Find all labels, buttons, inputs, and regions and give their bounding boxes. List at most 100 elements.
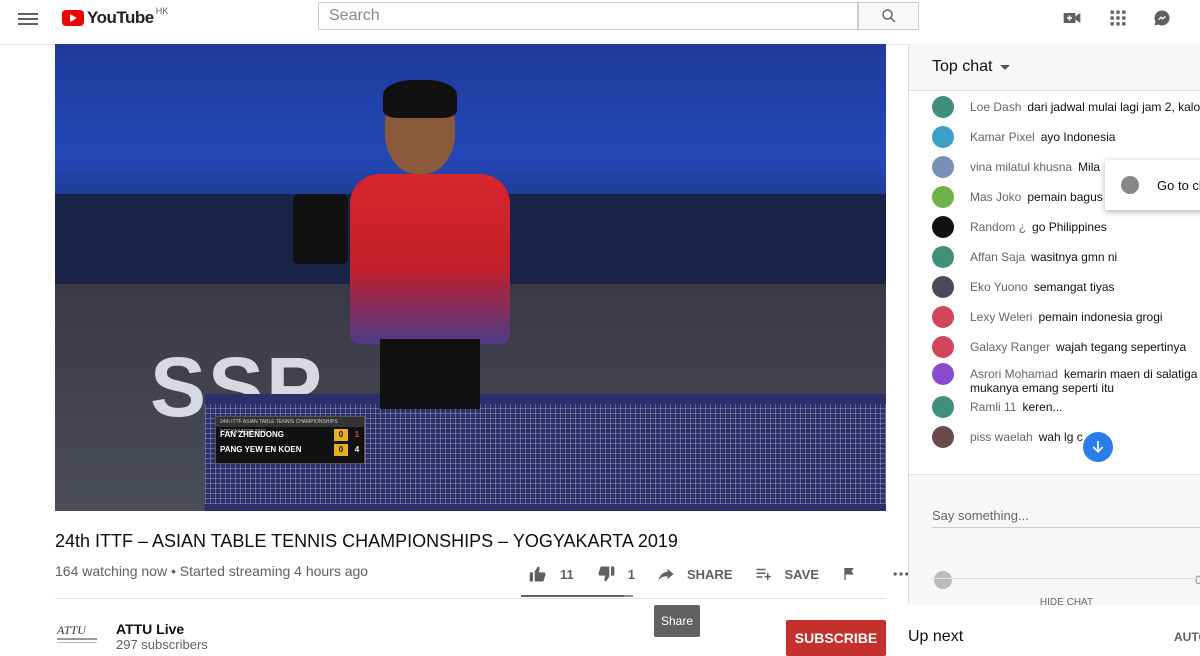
video-meta: 164 watching now • Started streaming 4 h… [55,563,369,579]
avatar[interactable] [932,246,954,268]
thumbs-up-icon [529,566,546,582]
video-player-figure [345,80,515,464]
search-icon [881,9,896,23]
like-ratio-bar [521,595,633,597]
scoreboard: 24th ITTF ASIAN TABLE TENNIS CHAMPIONSHI… [215,416,365,464]
dislike-button[interactable]: 1 [596,564,635,584]
chat-input-underline [932,527,1200,528]
avatar[interactable] [932,276,954,298]
messages-icon[interactable] [1152,8,1172,28]
search-button[interactable] [858,2,919,30]
chat-author[interactable]: vina milatul khusna [970,160,1072,174]
chat-message[interactable]: vina milatul khusna Mila [932,156,1100,178]
chat-mode-dropdown[interactable]: Top chat [909,44,1200,91]
apps-grid-icon[interactable] [1108,8,1128,28]
chat-message[interactable]: Random ¿ go Philippines [932,216,1107,238]
save-button[interactable]: SAVE [755,565,819,583]
video-actions: 11 1 SHARE SAVE [528,563,945,585]
autoplay-label: AUTO [1174,630,1200,644]
chat-text: pemain bagus [1027,190,1103,204]
chat-messages[interactable]: Loe Dash dari jadwal mulai lagi jam 2, ka… [909,92,1200,474]
chat-author[interactable]: Eko Yuono [970,280,1028,294]
divider [55,598,886,599]
like-count: 11 [560,566,574,582]
chat-message[interactable]: piss waelah wah lg c [932,426,1083,448]
chat-input-area: Say something... 0 HIDE CHAT [909,474,1200,608]
chat-author[interactable]: Random ¿ [970,220,1026,234]
chat-input[interactable]: Say something... [932,508,1029,523]
avatar[interactable] [932,126,954,148]
chat-message[interactable]: Ramli 11 keren... [932,396,1063,418]
dislike-count: 1 [627,566,635,582]
avatar[interactable] [932,186,954,208]
chat-text: go Philippines [1032,220,1107,234]
like-button[interactable]: 11 [528,564,574,584]
menu-icon[interactable] [18,10,38,30]
report-button[interactable] [841,566,869,582]
avatar[interactable] [932,306,954,328]
video-title: 24th ITTF – ASIAN TABLE TENNIS CHAMPIONS… [55,531,678,551]
go-to-channel-menu[interactable]: Go to cl [1105,160,1200,210]
chat-message[interactable]: Kamar Pixel ayo Indonesia [932,126,1116,148]
scroll-to-bottom-button[interactable] [1083,432,1113,462]
chat-text: wah lg c [1038,430,1083,444]
chat-text: keren... [1022,400,1063,414]
player-points: 4 [354,445,360,454]
chat-text: ayo Indonesia [1040,130,1116,144]
chat-author[interactable]: Galaxy Ranger [970,340,1050,354]
logo-region: HK [155,6,169,16]
go-to-channel-label: Go to cl [1157,177,1200,193]
share-tooltip: Share [654,605,700,637]
subscribe-button[interactable]: SUBSCRIBE [786,620,886,656]
player-points: 1 [354,430,360,439]
chat-author[interactable]: Lexy Weleri [970,310,1032,324]
chat-author[interactable]: Loe Dash [970,100,1021,114]
chat-mode-label: Top chat [932,58,993,75]
up-next-label: Up next [908,628,964,645]
video-camera-icon[interactable] [1062,8,1082,28]
chat-message[interactable]: Affan Saja wasitnya gmn ni [932,246,1118,268]
avatar[interactable] [932,396,954,418]
playlist-add-icon [756,568,771,580]
avatar[interactable] [932,216,954,238]
chat-text: semangat tiyas [1033,280,1115,294]
avatar[interactable] [932,96,954,118]
player-name: FAN ZHENDONG [220,430,284,439]
arrow-down-icon [1092,441,1104,453]
player-sets: 0 [334,428,348,441]
chat-message[interactable]: Asrori Mohamad kemarin maen di salatiga mu… [932,363,1197,395]
chat-message[interactable]: Loe Dash dari jadwal mulai lagi jam 2, ka… [932,96,1200,118]
chat-text: dari jadwal mulai lagi jam 2, kalo [1027,100,1200,114]
scoreboard-row: FAN ZHENDONG 0 1 [216,427,364,442]
thumbs-down-icon [598,566,615,582]
chat-message[interactable]: Eko Yuono semangat tiyas [932,276,1115,298]
live-chat: Top chat Loe Dash dari jadwal mulai lagi … [908,44,1200,608]
hide-chat-button[interactable]: HIDE CHAT [932,578,1200,613]
chat-author[interactable]: Kamar Pixel [970,130,1035,144]
video-player[interactable]: SSP 24th ITTF ASIAN TABLE TENNIS CHAMPIO… [55,44,886,511]
save-label: SAVE [784,566,819,582]
chat-text: pemain indonesia grogi [1038,310,1163,324]
chat-message[interactable]: Galaxy Ranger wajah tegang sepertinya [932,336,1186,358]
avatar[interactable] [932,426,954,448]
chat-author[interactable]: Affan Saja [970,250,1025,264]
chat-text: wasitnya gmn ni [1031,250,1118,264]
youtube-logo[interactable]: YouTube HK [62,6,169,28]
chat-author[interactable]: Asrori Mohamad [970,367,1058,381]
search-input[interactable]: Search [318,2,858,30]
watching-count: 164 watching now [55,563,168,579]
youtube-play-icon [62,10,84,26]
channel-logo[interactable]: ATTU [55,620,99,648]
avatar[interactable] [932,156,954,178]
channel-name[interactable]: ATTU Live [116,621,184,637]
scoreboard-row: PANG YEW EN KOEN 0 4 [216,442,364,457]
avatar[interactable] [932,336,954,358]
chat-author[interactable]: piss waelah [970,430,1033,444]
share-button[interactable]: SHARE [657,565,733,583]
chat-author[interactable]: Mas Joko [970,190,1021,204]
avatar[interactable] [932,363,954,385]
chat-author[interactable]: Ramli 11 [970,400,1016,414]
chat-message[interactable]: Mas Joko pemain bagus [932,186,1103,208]
chat-message[interactable]: Lexy Weleri pemain indonesia grogi [932,306,1163,328]
video-paddle [293,194,348,264]
